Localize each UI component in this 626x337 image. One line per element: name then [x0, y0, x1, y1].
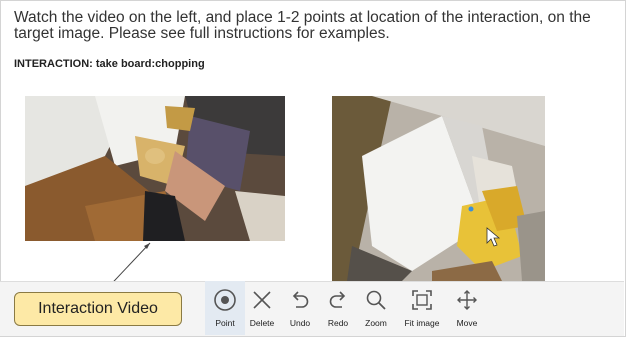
zoom-tool-label: Zoom — [365, 318, 387, 328]
close-icon — [253, 291, 271, 309]
fit-image-tool-button[interactable]: Fit image — [400, 281, 444, 335]
delete-tool-button[interactable]: Delete — [242, 281, 282, 335]
undo-tool-button[interactable]: Undo — [280, 281, 320, 335]
fit-screen-icon — [412, 290, 432, 310]
redo-tool-button[interactable]: Redo — [318, 281, 358, 335]
target-frame — [332, 96, 545, 281]
fit-image-tool-label: Fit image — [404, 318, 440, 328]
undo-tool-label: Undo — [289, 318, 311, 328]
move-tool-button[interactable]: Move — [447, 281, 487, 335]
target-image[interactable] — [332, 96, 545, 281]
target-icon — [214, 289, 236, 311]
delete-tool-label: Delete — [249, 318, 275, 328]
undo-icon — [292, 291, 309, 308]
point-tool-label: Point — [215, 318, 235, 328]
magnifier-icon — [366, 290, 386, 310]
move-arrows-icon — [457, 290, 477, 310]
point-tool-button[interactable]: Point — [205, 281, 245, 335]
task-instructions: Watch the video on the left, and place 1… — [14, 9, 591, 42]
zoom-tool-button[interactable]: Zoom — [356, 281, 396, 335]
redo-tool-label: Redo — [327, 318, 349, 328]
interaction-video-callout: Interaction Video — [14, 292, 182, 326]
video-frame — [25, 96, 285, 241]
interaction-video[interactable] — [25, 96, 285, 241]
redo-icon — [329, 291, 346, 308]
interaction-label: INTERACTION: take board:chopping — [14, 58, 205, 70]
move-tool-label: Move — [456, 318, 478, 328]
